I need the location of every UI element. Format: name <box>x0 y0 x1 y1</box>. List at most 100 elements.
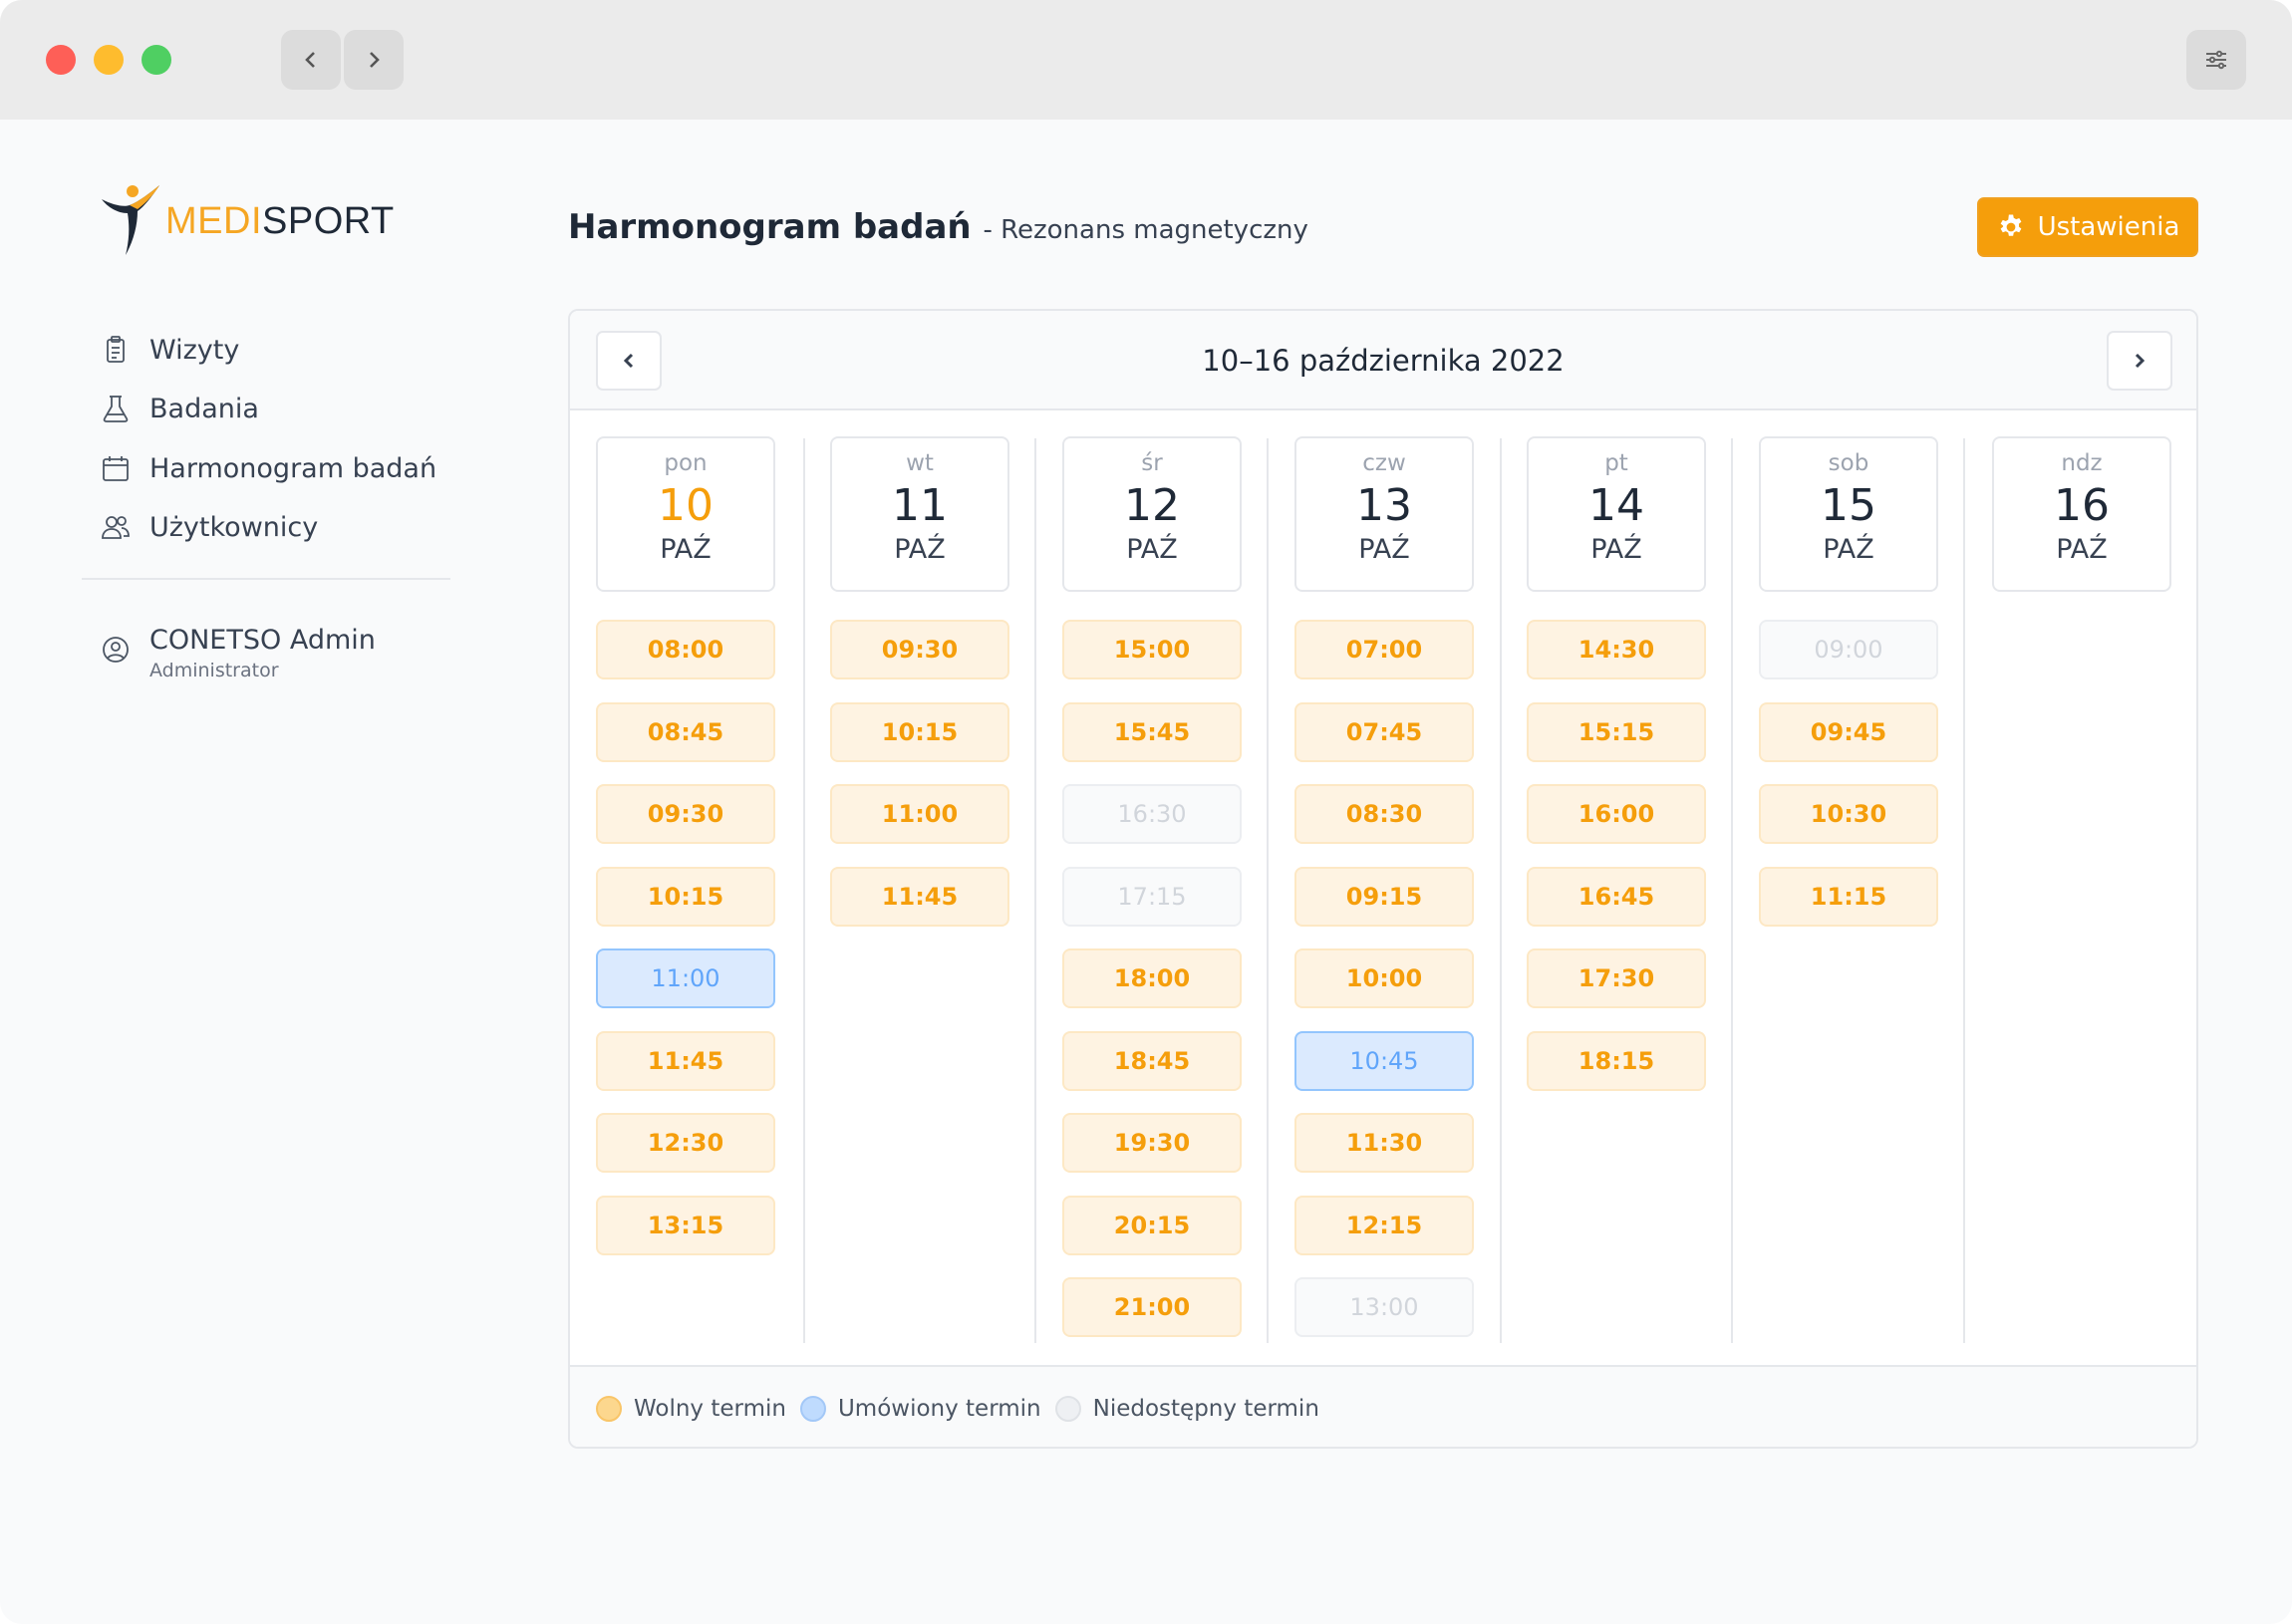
time-slot-unavailable[interactable]: 13:00 <box>1294 1277 1474 1337</box>
time-slot-free[interactable]: 11:45 <box>596 1031 775 1091</box>
time-slot-free[interactable]: 19:30 <box>1062 1113 1242 1173</box>
sidebar-item-harmonogram[interactable]: Harmonogram badań <box>100 448 436 488</box>
time-slot-free[interactable]: 18:15 <box>1527 1031 1706 1091</box>
time-slot-free[interactable]: 10:15 <box>830 702 1009 762</box>
page-subtitle: - Rezonans magnetyczny <box>983 215 1308 245</box>
sliders-icon <box>2206 50 2226 70</box>
sidebar-item-label: Wizyty <box>149 334 240 366</box>
day-number: 11 <box>892 480 948 531</box>
minimize-window-button[interactable] <box>94 45 124 75</box>
time-slot-unavailable[interactable]: 16:30 <box>1062 784 1242 844</box>
time-slot-free[interactable]: 15:45 <box>1062 702 1242 762</box>
calendar-header: 10–16 października 2022 <box>570 311 2196 410</box>
next-week-button[interactable] <box>2107 331 2172 391</box>
legend-label: Niedostępny termin <box>1092 1396 1319 1422</box>
browser-back-button[interactable] <box>281 30 341 90</box>
day-header[interactable]: pon 10 PAŹ <box>596 436 775 592</box>
sidebar-item-wizyty[interactable]: Wizyty <box>100 330 239 370</box>
day-header[interactable]: wt 11 PAŹ <box>830 436 1009 592</box>
time-slot-free[interactable]: 08:30 <box>1294 784 1474 844</box>
time-slot-free[interactable]: 10:30 <box>1759 784 1938 844</box>
time-slot-free[interactable]: 07:45 <box>1294 702 1474 762</box>
time-slot-free[interactable]: 15:15 <box>1527 702 1706 762</box>
time-slot-unavailable[interactable]: 09:00 <box>1759 620 1938 679</box>
time-slot-free[interactable]: 13:15 <box>596 1196 775 1255</box>
day-number: 16 <box>2054 480 2110 531</box>
week-range-label: 10–16 października 2022 <box>1202 344 1565 378</box>
time-slot-free[interactable]: 09:45 <box>1759 702 1938 762</box>
time-slot-free[interactable]: 15:00 <box>1062 620 1242 679</box>
sidebar-item-uzytkownicy[interactable]: Użytkownicy <box>100 507 318 547</box>
time-slot-free[interactable]: 16:45 <box>1527 867 1706 927</box>
legend-label: Wolny termin <box>634 1396 786 1422</box>
close-window-button[interactable] <box>46 45 76 75</box>
day-month: PAŹ <box>1358 534 1410 565</box>
time-slot-free[interactable]: 12:30 <box>596 1113 775 1173</box>
page-title: Harmonogram badań - Rezonans magnetyczny <box>568 207 1308 247</box>
time-slot-free[interactable]: 17:30 <box>1527 948 1706 1008</box>
day-number: 14 <box>1588 480 1644 531</box>
day-month: PAŹ <box>2056 534 2108 565</box>
time-slot-unavailable[interactable]: 17:15 <box>1062 867 1242 927</box>
time-slot-free[interactable]: 09:30 <box>830 620 1009 679</box>
column-separator <box>1731 438 1733 1343</box>
day-header[interactable]: pt 14 PAŹ <box>1527 436 1706 592</box>
column-separator <box>1500 438 1502 1343</box>
legend-label: Umówiony termin <box>837 1396 1041 1422</box>
chevron-right-icon <box>370 52 380 68</box>
logo-text: MEDISPORT <box>165 200 395 243</box>
day-month: PAŹ <box>1823 534 1874 565</box>
day-header[interactable]: czw 13 PAŹ <box>1294 436 1474 592</box>
browser-forward-button[interactable] <box>344 30 404 90</box>
time-slot-booked[interactable]: 11:00 <box>596 948 775 1008</box>
users-icon <box>102 516 130 539</box>
sidebar-item-label: Harmonogram badań <box>149 452 437 484</box>
day-abbreviation: sob <box>1828 450 1869 476</box>
time-slot-free[interactable]: 20:15 <box>1062 1196 1242 1255</box>
day-header[interactable]: śr 12 PAŹ <box>1062 436 1242 592</box>
medisport-logo[interactable]: MEDISPORT <box>100 181 395 261</box>
day-month: PAŹ <box>1126 534 1178 565</box>
time-slot-free[interactable]: 07:00 <box>1294 620 1474 679</box>
maximize-window-button[interactable] <box>142 45 171 75</box>
legend-item-free: Wolny termin <box>596 1396 786 1422</box>
sidebar-item-label: Badania <box>149 393 259 424</box>
schedule-calendar: 10–16 października 2022 pon 10 PAŹ 08:00 08:… <box>568 309 2198 1449</box>
window-sliders-button[interactable] <box>2186 30 2246 90</box>
user-name: CONETSO Admin <box>149 625 376 656</box>
time-slot-free[interactable]: 18:00 <box>1062 948 1242 1008</box>
user-role: Administrator <box>149 660 279 681</box>
previous-week-button[interactable] <box>596 331 662 391</box>
settings-button[interactable]: Ustawienia <box>1977 197 2198 257</box>
day-abbreviation: pon <box>664 450 708 476</box>
column-separator <box>803 438 805 1343</box>
time-slot-free[interactable]: 08:45 <box>596 702 775 762</box>
time-slot-free[interactable]: 12:15 <box>1294 1196 1474 1255</box>
day-header[interactable]: ndz 16 PAŹ <box>1992 436 2171 592</box>
booked-dot-icon <box>799 1396 826 1422</box>
column-separator <box>1034 438 1036 1343</box>
day-number: 10 <box>658 480 714 531</box>
time-slot-free[interactable]: 08:00 <box>596 620 775 679</box>
day-month: PAŹ <box>1590 534 1642 565</box>
time-slot-free[interactable]: 21:00 <box>1062 1277 1242 1337</box>
time-slot-free[interactable]: 09:15 <box>1294 867 1474 927</box>
time-slot-free[interactable]: 11:15 <box>1759 867 1938 927</box>
time-slot-free[interactable]: 11:00 <box>830 784 1009 844</box>
time-slot-free[interactable]: 11:30 <box>1294 1113 1474 1173</box>
sidebar-item-label: Użytkownicy <box>149 511 319 543</box>
time-slot-free[interactable]: 10:15 <box>596 867 775 927</box>
time-slot-free[interactable]: 11:45 <box>830 867 1009 927</box>
time-slot-free[interactable]: 10:00 <box>1294 948 1474 1008</box>
day-abbreviation: czw <box>1362 450 1406 476</box>
day-header[interactable]: sob 15 PAŹ <box>1759 436 1938 592</box>
sidebar-item-badania[interactable]: Badania <box>100 389 259 428</box>
time-slot-booked[interactable]: 10:45 <box>1294 1031 1474 1091</box>
time-slot-free[interactable]: 14:30 <box>1527 620 1706 679</box>
current-user[interactable]: CONETSO Admin Administrator <box>100 624 376 683</box>
time-slot-free[interactable]: 16:00 <box>1527 784 1706 844</box>
chevron-right-icon <box>2135 353 2146 369</box>
time-slot-free[interactable]: 18:45 <box>1062 1031 1242 1091</box>
time-slot-free[interactable]: 09:30 <box>596 784 775 844</box>
free-dot-icon <box>596 1396 622 1422</box>
